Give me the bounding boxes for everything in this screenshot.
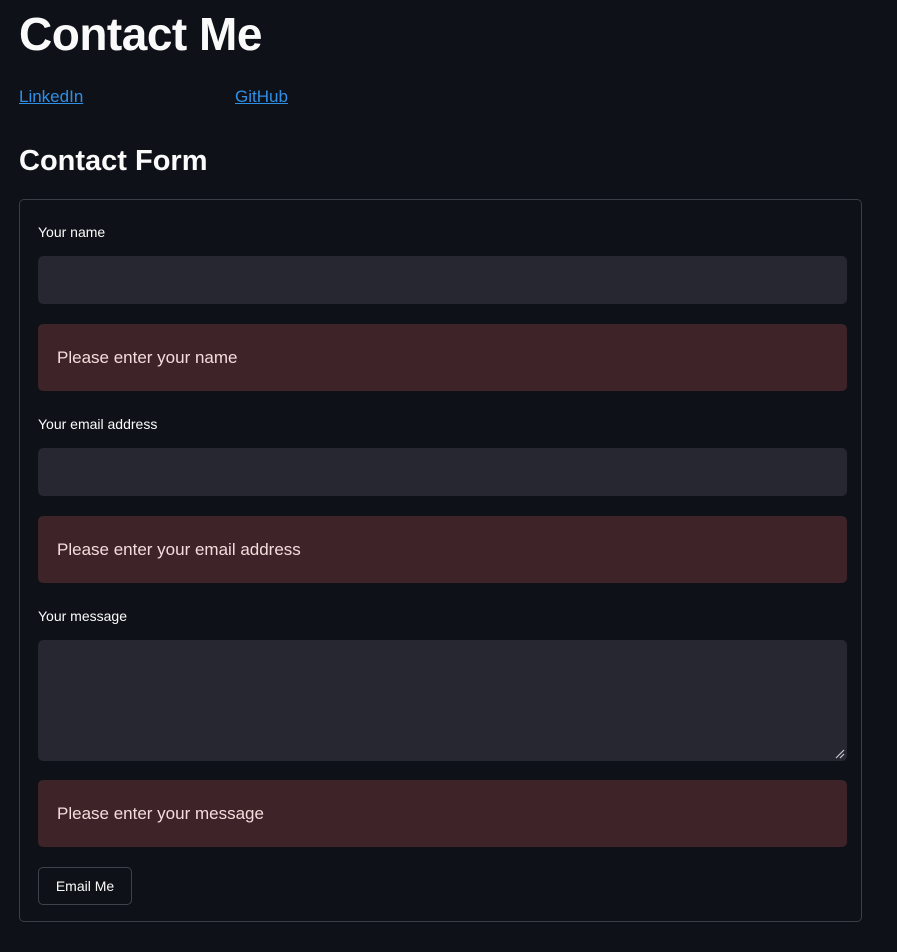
message-error-alert: Please enter your message (38, 780, 847, 847)
name-error-alert: Please enter your name (38, 324, 847, 391)
social-links: LinkedIn GitHub (19, 86, 419, 108)
name-error-text: Please enter your name (57, 347, 238, 367)
email-error-text: Please enter your email address (57, 539, 301, 559)
linkedin-link[interactable]: LinkedIn (19, 86, 83, 108)
contact-form: Your name Please enter your name Your em… (19, 199, 862, 922)
email-me-button[interactable]: Email Me (38, 867, 132, 905)
message-label: Your message (38, 608, 127, 624)
form-title: Contact Form (19, 145, 208, 177)
email-label: Your email address (38, 416, 158, 432)
name-label: Your name (38, 224, 106, 240)
email-error-alert: Please enter your email address (38, 516, 847, 583)
page-title: Contact Me (19, 8, 262, 60)
name-input[interactable] (38, 256, 847, 304)
email-input[interactable] (38, 448, 847, 496)
resize-handle-icon[interactable] (833, 747, 845, 759)
github-link[interactable]: GitHub (235, 86, 288, 108)
message-error-text: Please enter your message (57, 803, 264, 823)
message-textarea[interactable] (38, 640, 847, 761)
